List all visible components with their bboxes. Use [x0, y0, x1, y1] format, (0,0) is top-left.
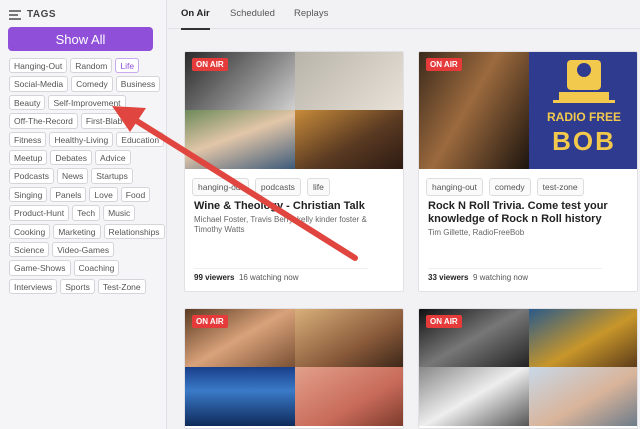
tag-hanging-out[interactable]: Hanging-Out [9, 58, 68, 74]
tags-sidebar: TAGS Show All Hanging-Out Random Life Socia… [0, 0, 167, 429]
stream-tabs: On Air Scheduled Replays [168, 0, 640, 30]
tag-food[interactable]: Food [120, 186, 151, 203]
radio-logo-line2: BOB [552, 126, 616, 156]
card-tag[interactable]: hanging-out [426, 178, 483, 196]
tag-comedy[interactable]: Comedy [71, 76, 113, 92]
tags-header: TAGS [9, 9, 56, 20]
participant-video [295, 52, 403, 110]
show-all-button[interactable]: Show All [8, 27, 153, 51]
card-tags: hanging-out podcasts life [192, 178, 330, 196]
card-tag[interactable]: test-zone [536, 178, 584, 196]
tag-test-zone[interactable]: Test-Zone [97, 278, 146, 295]
on-air-badge: ON AIR [426, 315, 462, 328]
participant-video [185, 367, 295, 426]
tab-replays[interactable]: Replays [294, 8, 328, 28]
card-divider [428, 268, 602, 269]
tab-on-air[interactable]: On Air [181, 8, 210, 30]
tag-list: Hanging-Out Random Life Social-Media Comedy B… [9, 58, 165, 295]
card-divider [194, 268, 368, 269]
tag-startups[interactable]: Startups [91, 168, 133, 184]
tag-panels[interactable]: Panels [50, 186, 87, 203]
stream-card[interactable]: ON AIR [184, 308, 404, 429]
list-icon[interactable] [9, 9, 21, 20]
tag-game-shows[interactable]: Game-Shows [9, 260, 71, 276]
stream-title[interactable]: Rock N Roll Trivia. Come test your knowl… [428, 200, 628, 226]
tag-first-blab[interactable]: First-Blab [80, 113, 128, 129]
tag-product-hunt[interactable]: Product-Hunt [9, 205, 70, 221]
radio-logo-line1: RADIO FREE [546, 110, 621, 124]
tab-scheduled[interactable]: Scheduled [230, 8, 275, 28]
card-tags: hanging-out comedy test-zone [426, 178, 584, 196]
tag-singing[interactable]: Singing [9, 186, 48, 203]
tag-cooking[interactable]: Cooking [9, 223, 51, 239]
card-tag[interactable]: podcasts [254, 178, 301, 196]
stream-stats: 33 viewers 9 watching now [428, 273, 528, 282]
watching-count: 9 watching now [472, 273, 529, 282]
tag-healthy-living[interactable]: Healthy-Living [49, 131, 114, 147]
stream-thumbnail[interactable]: RADIO FREE BOB ON AIR [419, 52, 637, 169]
tag-sports[interactable]: Sports [60, 278, 95, 295]
stream-card[interactable]: ON AIR hanging-out podcasts life Wine & … [184, 51, 404, 292]
stream-participants: Tim Gillette, RadioFreeBob [428, 228, 525, 237]
tag-relationships[interactable]: Relationships [103, 223, 165, 239]
tag-advice[interactable]: Advice [95, 149, 131, 166]
participant-video [529, 367, 637, 426]
tag-social-media[interactable]: Social-Media [9, 76, 69, 92]
tag-fitness[interactable]: Fitness [9, 131, 47, 147]
tag-video-games[interactable]: Video-Games [52, 241, 115, 258]
tag-interviews[interactable]: Interviews [9, 278, 58, 295]
stream-thumbnail[interactable]: ON AIR [185, 309, 403, 426]
tag-science[interactable]: Science [9, 241, 50, 258]
tag-meetup[interactable]: Meetup [9, 149, 48, 166]
tag-love[interactable]: Love [89, 186, 118, 203]
tag-podcasts[interactable]: Podcasts [9, 168, 54, 184]
viewer-count: 33 viewers [428, 273, 469, 282]
tag-education[interactable]: Education [116, 131, 165, 147]
stream-title[interactable]: Wine & Theology - Christian Talk [194, 200, 394, 213]
tag-coaching[interactable]: Coaching [73, 260, 120, 276]
on-air-badge: ON AIR [192, 58, 228, 71]
tag-tech[interactable]: Tech [72, 205, 101, 221]
radio-free-bob-logo: RADIO FREE BOB [529, 52, 637, 169]
on-air-badge: ON AIR [426, 58, 462, 71]
participant-video [529, 309, 637, 367]
watching-count: 16 watching now [238, 273, 299, 282]
participant-video [295, 309, 403, 367]
tag-random[interactable]: Random [70, 58, 113, 74]
tag-beauty[interactable]: Beauty [9, 94, 46, 111]
card-tag[interactable]: comedy [488, 178, 531, 196]
participant-video [295, 110, 403, 169]
tags-title: TAGS [27, 9, 57, 20]
card-tag[interactable]: life [306, 178, 330, 196]
stream-card[interactable]: ON AIR [418, 308, 638, 429]
tag-news[interactable]: News [56, 168, 89, 184]
viewer-count: 99 viewers [194, 273, 235, 282]
tag-life[interactable]: Life [115, 58, 140, 74]
tag-marketing[interactable]: Marketing [53, 223, 101, 239]
card-tag[interactable]: hanging-out [192, 178, 249, 196]
stream-thumbnail[interactable]: ON AIR [185, 52, 403, 169]
tag-self-improvement[interactable]: Self-Improvement [48, 94, 126, 111]
on-air-badge: ON AIR [192, 315, 228, 328]
participant-video [419, 367, 529, 426]
participant-video [185, 110, 295, 169]
stream-card[interactable]: RADIO FREE BOB ON AIR hanging-out comedy… [418, 51, 638, 292]
stream-thumbnail[interactable]: ON AIR [419, 309, 637, 426]
stream-participants: Michael Foster, Travis Berry, kelly kind… [194, 215, 367, 234]
tag-music[interactable]: Music [103, 205, 136, 221]
tag-off-the-record[interactable]: Off-The-Record [9, 113, 78, 129]
tag-debates[interactable]: Debates [50, 149, 93, 166]
participant-video [295, 367, 403, 426]
tag-business[interactable]: Business [115, 76, 161, 92]
stream-stats: 99 viewers 16 watching now [194, 273, 299, 282]
